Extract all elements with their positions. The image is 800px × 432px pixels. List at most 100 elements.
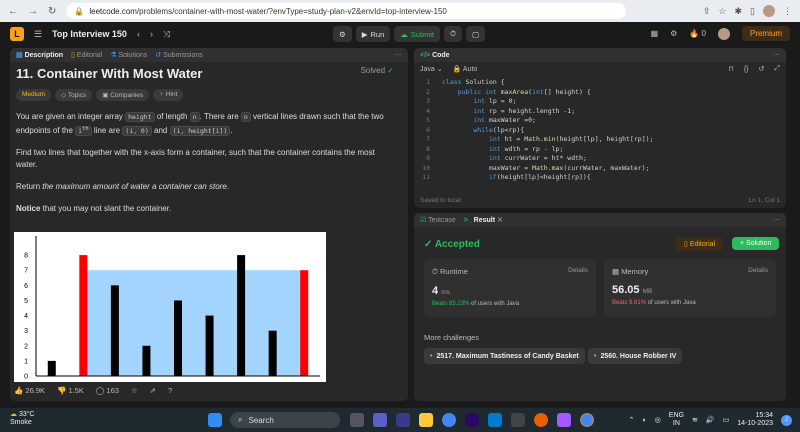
language-indicator[interactable]: ENG IN — [669, 412, 684, 428]
shuffle-icon[interactable]: ⤨ — [163, 29, 170, 40]
code-editor[interactable]: 1 2 3 4 5 6 7 8 9 10 11 class Solution { public in… — [414, 76, 786, 183]
chevron-up-icon[interactable]: ⌃ — [629, 416, 635, 424]
code-line[interactable]: if(height[lp]<height[rp]){ — [442, 173, 653, 183]
code-panel-menu-icon[interactable]: ⋯ — [773, 51, 780, 59]
code-line[interactable]: int lp = 0; — [442, 97, 653, 107]
share-icon[interactable]: ⇪ — [703, 6, 711, 17]
dislike-button[interactable]: 👎 1.5K — [57, 386, 84, 395]
code-line[interactable]: while(lp<rp){ — [442, 126, 653, 136]
sidebar-icon[interactable]: ▯ — [750, 6, 755, 17]
panel-menu-icon[interactable]: ⋯ — [395, 51, 402, 59]
task-view-icon[interactable] — [350, 413, 364, 427]
premium-button[interactable]: Premium — [741, 26, 790, 41]
wifi-icon[interactable]: ≋ — [692, 416, 698, 424]
code-line[interactable]: int ht = Math.min(height[lp], height[rp]… — [442, 135, 653, 145]
code-lines[interactable]: class Solution { public int maxArea(int[… — [434, 78, 653, 183]
address-bar[interactable]: 🔒 leetcode.com/problems/container-with-m… — [66, 3, 627, 19]
app-icon[interactable] — [396, 413, 410, 427]
topics-tag[interactable]: ◇ Topics — [55, 89, 93, 101]
notes-button[interactable]: ▢ — [465, 26, 486, 42]
firefox-icon[interactable] — [534, 413, 548, 427]
teams-icon[interactable] — [373, 413, 387, 427]
result-panel-menu-icon[interactable]: ⋯ — [773, 216, 780, 224]
volume-icon[interactable]: 🔊 — [706, 416, 715, 424]
favorite-icon[interactable]: ☆ — [131, 386, 138, 395]
code-line[interactable]: maxWater = Math.max(currWater, maxWater)… — [442, 164, 653, 174]
runtime-card[interactable]: ⏱ Runtime Details 4 ms Beats 85.23% of u… — [424, 259, 596, 317]
code-line[interactable]: public int maxArea(int[] height) { — [442, 88, 653, 98]
chrome-active-icon[interactable] — [580, 413, 594, 427]
menu-icon[interactable]: ⋮ — [783, 6, 792, 17]
bookmark-icon[interactable]: ⊓ — [728, 65, 733, 73]
bug-icon: ⚙ — [339, 29, 346, 39]
run-button[interactable]: ▶ Run — [355, 26, 391, 42]
autocomplete-toggle[interactable]: 🔒 Auto — [453, 65, 478, 73]
hint-tag[interactable]: ♀ Hint — [153, 89, 184, 101]
testcase-tab[interactable]: ☑ Testcase — [420, 216, 456, 224]
next-problem-icon[interactable]: › — [150, 29, 153, 39]
timer-button[interactable]: ⏱ — [444, 26, 462, 42]
taskbar-search[interactable]: ⌕ Search — [230, 412, 340, 428]
fullscreen-icon[interactable]: ⤢ — [774, 65, 780, 73]
result-tab[interactable]: >_ Result ✕ — [464, 216, 503, 224]
leetcode-logo-icon[interactable]: L — [10, 27, 24, 41]
back-icon[interactable]: ← — [8, 6, 18, 17]
settings-icon[interactable]: ⚙ — [670, 29, 677, 38]
challenge-item[interactable]: • 2517. Maximum Tastiness of Candy Basket — [424, 348, 585, 364]
reload-icon[interactable]: ↻ — [48, 6, 56, 17]
help-icon[interactable]: ? — [168, 386, 172, 395]
start-icon[interactable] — [208, 413, 222, 427]
extensions-icon[interactable]: ✱ — [735, 6, 743, 17]
clock[interactable]: 15:34 14-10-2023 — [737, 412, 773, 428]
weather-widget[interactable]: ☁ 33°C Smoke — [10, 411, 35, 427]
streak-counter[interactable]: 🔥 0 — [689, 29, 706, 38]
tray-app-icon[interactable]: ◐ — [642, 417, 646, 424]
code-line[interactable]: int currWater = ht* wdth; — [442, 154, 653, 164]
language-select[interactable]: Java ⌄ — [420, 65, 443, 73]
tab-description[interactable]: ▤ Description — [16, 51, 63, 59]
code-line[interactable]: class Solution { — [442, 78, 653, 88]
problem-title[interactable]: 11. Container With Most Water — [16, 66, 402, 81]
premiere-icon[interactable] — [465, 413, 479, 427]
submit-button[interactable]: ☁ Submit — [394, 26, 441, 42]
runtime-details[interactable]: Details — [568, 267, 588, 274]
layout-icon[interactable]: ▦ — [651, 29, 659, 38]
profile-avatar[interactable] — [763, 5, 775, 17]
file-explorer-icon[interactable] — [419, 413, 433, 427]
like-button[interactable]: 👍 26.9K — [14, 386, 45, 395]
tab-submissions[interactable]: ↺ Submissions — [155, 51, 203, 59]
editorial-button[interactable]: ▯ Editorial — [676, 237, 724, 251]
chrome-icon[interactable] — [442, 413, 456, 427]
notification-badge[interactable]: 2 — [781, 414, 792, 426]
battery-icon[interactable]: ▭ — [723, 416, 730, 424]
memory-card[interactable]: ▦ Memory Details 56.05 MB Beats 9.61% of… — [604, 259, 776, 317]
problem-list-icon[interactable]: ☰ — [34, 29, 42, 40]
problem-list-title[interactable]: Top Interview 150 — [52, 29, 127, 39]
close-icon[interactable]: ✕ — [497, 217, 503, 224]
code-tab[interactable]: </> Code — [420, 52, 450, 59]
vscode-icon[interactable] — [488, 413, 502, 427]
chip-icon: ▦ — [612, 267, 620, 276]
tab-editorial[interactable]: ▯ Editorial — [71, 51, 102, 59]
prev-problem-icon[interactable]: ‹ — [137, 29, 140, 39]
code-line[interactable]: int wdth = rp - lp; — [442, 145, 653, 155]
reset-icon[interactable]: ↺ — [759, 65, 765, 73]
code-line[interactable]: int maxWater =0; — [442, 116, 653, 126]
challenge-item[interactable]: • 2560. House Robber IV — [588, 348, 683, 364]
figma-icon[interactable] — [557, 413, 571, 427]
user-avatar[interactable] — [717, 27, 730, 40]
companies-tag[interactable]: ▣ Companies — [96, 89, 150, 101]
tray-app-icon[interactable]: ◎ — [655, 416, 661, 424]
star-icon[interactable]: ☆ — [718, 6, 726, 17]
braces-icon[interactable]: {} — [744, 66, 749, 73]
solution-button[interactable]: + Solution — [732, 237, 780, 250]
forward-icon[interactable]: → — [28, 6, 38, 17]
share-icon[interactable]: ⇗ — [150, 386, 156, 395]
code-line[interactable]: int rp = height.length -1; — [442, 107, 653, 117]
debug-button[interactable]: ⚙ — [333, 26, 352, 42]
memory-details[interactable]: Details — [748, 267, 768, 274]
chart-bar — [47, 360, 56, 376]
app-icon[interactable] — [511, 413, 525, 427]
comments-button[interactable]: ◯ 163 — [96, 386, 119, 395]
tab-solutions[interactable]: ⚗ Solutions — [110, 51, 147, 59]
